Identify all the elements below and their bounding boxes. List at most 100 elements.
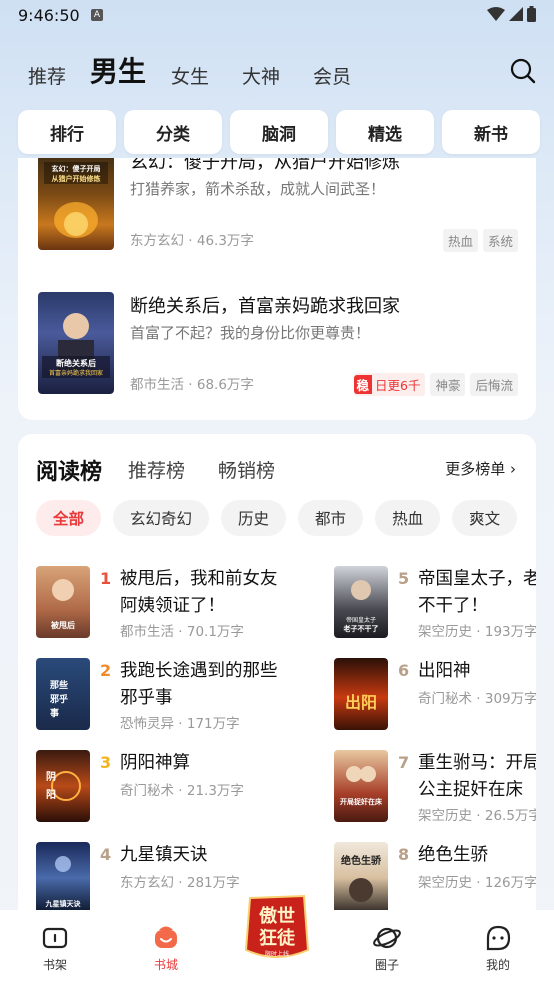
rank-title: 阴阳神算 xyxy=(120,753,190,773)
filter-cool[interactable]: 爽文 xyxy=(452,500,518,536)
chevron-right-icon: › xyxy=(510,460,516,478)
notification-icon: A xyxy=(91,9,103,21)
svg-text:绝色生骄: 绝色生骄 xyxy=(341,854,382,867)
rank-tab-reading[interactable]: 阅读榜 xyxy=(36,454,102,486)
rank-title: 我跑长途遇到的那些邪乎事 xyxy=(120,661,278,708)
book-desc: 首富了不起？我的身份比你更尊贵！ xyxy=(130,324,371,342)
ranking-card: 阅读榜 推荐榜 畅销榜 更多榜单 › 全部 玄幻奇幻 历史 都市 热血 爽文 被… xyxy=(18,434,536,934)
update-badge: 稳日更6千 xyxy=(353,373,426,396)
promo-logo-icon: 傲世 狂徒 限时上线 xyxy=(244,894,310,958)
rank-cover: 绝色生骄 xyxy=(334,842,388,914)
rank-meta: 架空历史 · 126万字 xyxy=(418,875,536,891)
rank-title: 被甩后，我和前女友阿姨领证了！ xyxy=(120,569,278,616)
rank-meta: 都市生活 · 70.1万字 xyxy=(120,624,244,640)
planet-icon xyxy=(373,927,401,949)
more-rankings-label: 更多榜单 xyxy=(445,460,506,478)
status-icons xyxy=(487,6,536,22)
book-tag: 后悔流 xyxy=(470,373,518,396)
rank-meta: 东方玄幻 · 281万字 xyxy=(120,875,240,891)
nav-mine[interactable]: 我的 xyxy=(468,924,528,973)
filter-fantasy[interactable]: 玄幻奇幻 xyxy=(113,500,210,536)
cover-art-icon: 九星镇天诀 xyxy=(45,856,81,908)
book-desc: 打猎养家，箭术杀敌，成就人间武圣！ xyxy=(130,180,386,198)
tab-recommend[interactable]: 推荐 xyxy=(28,62,66,89)
svg-text:事: 事 xyxy=(50,707,59,719)
filter-all[interactable]: 全部 xyxy=(36,500,102,536)
rank-tab-recommend[interactable]: 推荐榜 xyxy=(128,456,185,483)
svg-text:被甩后: 被甩后 xyxy=(51,620,75,630)
svg-text:阴: 阴 xyxy=(46,771,56,783)
category-classify-button[interactable]: 分类 xyxy=(124,110,222,154)
book-tags: 热血 系统 xyxy=(442,229,518,252)
svg-text:那些: 那些 xyxy=(50,679,68,691)
rank-title: 帝国皇太子，老不干了！ xyxy=(418,569,536,616)
nav-label: 书城 xyxy=(153,958,178,972)
cover-art-icon: 玄幻：傻子开局 从猎户开始修炼 xyxy=(44,162,108,238)
rank-number: 3 xyxy=(100,753,112,772)
cover-art-icon: 开局捉奸在床 xyxy=(340,766,383,806)
category-featured-button[interactable]: 精选 xyxy=(336,110,434,154)
rank-item[interactable]: 阴阳 3 阴阳神算 奇门秘术 · 21.3万字 xyxy=(36,750,336,826)
nav-circle[interactable]: 圈子 xyxy=(357,924,417,973)
book-words: 68.6万字 xyxy=(196,377,254,393)
rank-title: 出阳神 xyxy=(418,661,471,681)
rank-tab-bestseller[interactable]: 畅销榜 xyxy=(218,456,275,483)
rank-item[interactable]: 那些 邪乎事 2 我跑长途遇到的那些邪乎事 恐怖灵异 · 171万字 xyxy=(36,658,336,734)
rank-cover: 那些 邪乎事 xyxy=(36,658,90,730)
rank-meta: 架空历史 · 193万字 xyxy=(418,624,536,640)
book-tag: 神豪 xyxy=(430,373,466,396)
wifi-icon xyxy=(487,7,505,21)
rank-item[interactable]: 绝色生骄 8 绝色生骄 架空历史 · 126万字 xyxy=(334,842,536,918)
nav-label: 书架 xyxy=(42,958,67,972)
tab-vip[interactable]: 会员 xyxy=(313,62,351,89)
svg-text:出阳: 出阳 xyxy=(345,693,377,712)
book-title: 断绝关系后，首富亲妈跪求我回家 xyxy=(130,296,400,317)
rank-title: 重生驸马：开局公主捉奸在床 xyxy=(418,753,536,800)
promo-badge[interactable]: 傲世 狂徒 限时上线 xyxy=(240,890,314,966)
book-meta: 东方玄幻 · 46.3万字 xyxy=(130,233,254,249)
search-button[interactable] xyxy=(510,58,536,84)
book-item[interactable]: 玄幻：傻子开局 从猎户开始修炼 玄幻：傻子开局，从猎户开始修炼 打猎养家，箭术杀… xyxy=(38,158,518,252)
rank-item[interactable]: 帝国皇太子 老子不干了 5 帝国皇太子，老不干了！ 架空历史 · 193万字 xyxy=(334,566,536,642)
search-icon xyxy=(510,58,536,84)
tab-male[interactable]: 男生 xyxy=(90,50,146,90)
more-rankings-link[interactable]: 更多榜单 › xyxy=(445,458,516,479)
update-badge-label: 日更6千 xyxy=(375,378,421,393)
tab-master[interactable]: 大神 xyxy=(242,62,280,89)
svg-text:玄幻：傻子开局: 玄幻：傻子开局 xyxy=(52,164,101,173)
rank-number: 8 xyxy=(398,845,410,864)
nav-bookstore[interactable]: 书城 xyxy=(136,924,196,973)
svg-text:断绝关系后: 断绝关系后 xyxy=(56,358,96,368)
battery-icon xyxy=(527,6,536,22)
book-tags: 稳日更6千 神豪 后悔流 xyxy=(353,373,518,396)
featured-books-card: 玄幻：傻子开局 从猎户开始修炼 玄幻：傻子开局，从猎户开始修炼 打猎养家，箭术杀… xyxy=(18,158,536,420)
nav-bookshelf[interactable]: 书架 xyxy=(25,924,85,973)
rank-number: 6 xyxy=(398,661,410,680)
book-title: 玄幻：傻子开局，从猎户开始修炼 xyxy=(130,158,400,173)
category-brainhole-button[interactable]: 脑洞 xyxy=(230,110,328,154)
book-cover: 玄幻：傻子开局 从猎户开始修炼 xyxy=(38,158,114,250)
rank-item[interactable]: 被甩后 1 被甩后，我和前女友阿姨领证了！ 都市生活 · 70.1万字 xyxy=(36,566,336,642)
profile-face-icon xyxy=(486,925,511,951)
filter-history[interactable]: 历史 xyxy=(221,500,287,536)
rank-item[interactable]: 开局捉奸在床 7 重生驸马：开局公主捉奸在床 架空历史 · 26.5万字 xyxy=(334,750,536,826)
filter-urban[interactable]: 都市 xyxy=(298,500,364,536)
tab-female[interactable]: 女生 xyxy=(171,62,209,89)
rank-item[interactable]: 出阳 6 出阳神 奇门秘术 · 309万字 xyxy=(334,658,536,734)
svg-text:阳: 阳 xyxy=(46,789,56,801)
cover-art-icon: 阴阳 xyxy=(46,771,81,801)
book-item[interactable]: 断绝关系后 首富亲妈跪求我回家 断绝关系后，首富亲妈跪求我回家 首富了不起？我的… xyxy=(38,292,518,396)
filter-passion[interactable]: 热血 xyxy=(375,500,441,536)
rank-cover: 开局捉奸在床 xyxy=(334,750,388,822)
rank-meta: 奇门秘术 · 309万字 xyxy=(418,691,536,707)
filter-chips: 全部 玄幻奇幻 历史 都市 热血 爽文 xyxy=(36,500,518,536)
svg-text:首富亲妈跪求我回家: 首富亲妈跪求我回家 xyxy=(49,369,103,377)
category-ranking-button[interactable]: 排行 xyxy=(18,110,116,154)
cover-art-icon: 断绝关系后 首富亲妈跪求我回家 xyxy=(42,313,110,378)
rank-meta: 架空历史 · 26.5万字 xyxy=(418,808,536,824)
book-genre: 都市生活 xyxy=(130,377,184,393)
stable-badge-icon: 稳 xyxy=(353,375,373,394)
svg-text:狂徒: 狂徒 xyxy=(259,927,296,949)
category-newbook-button[interactable]: 新书 xyxy=(442,110,540,154)
nav-label: 圈子 xyxy=(374,958,399,972)
